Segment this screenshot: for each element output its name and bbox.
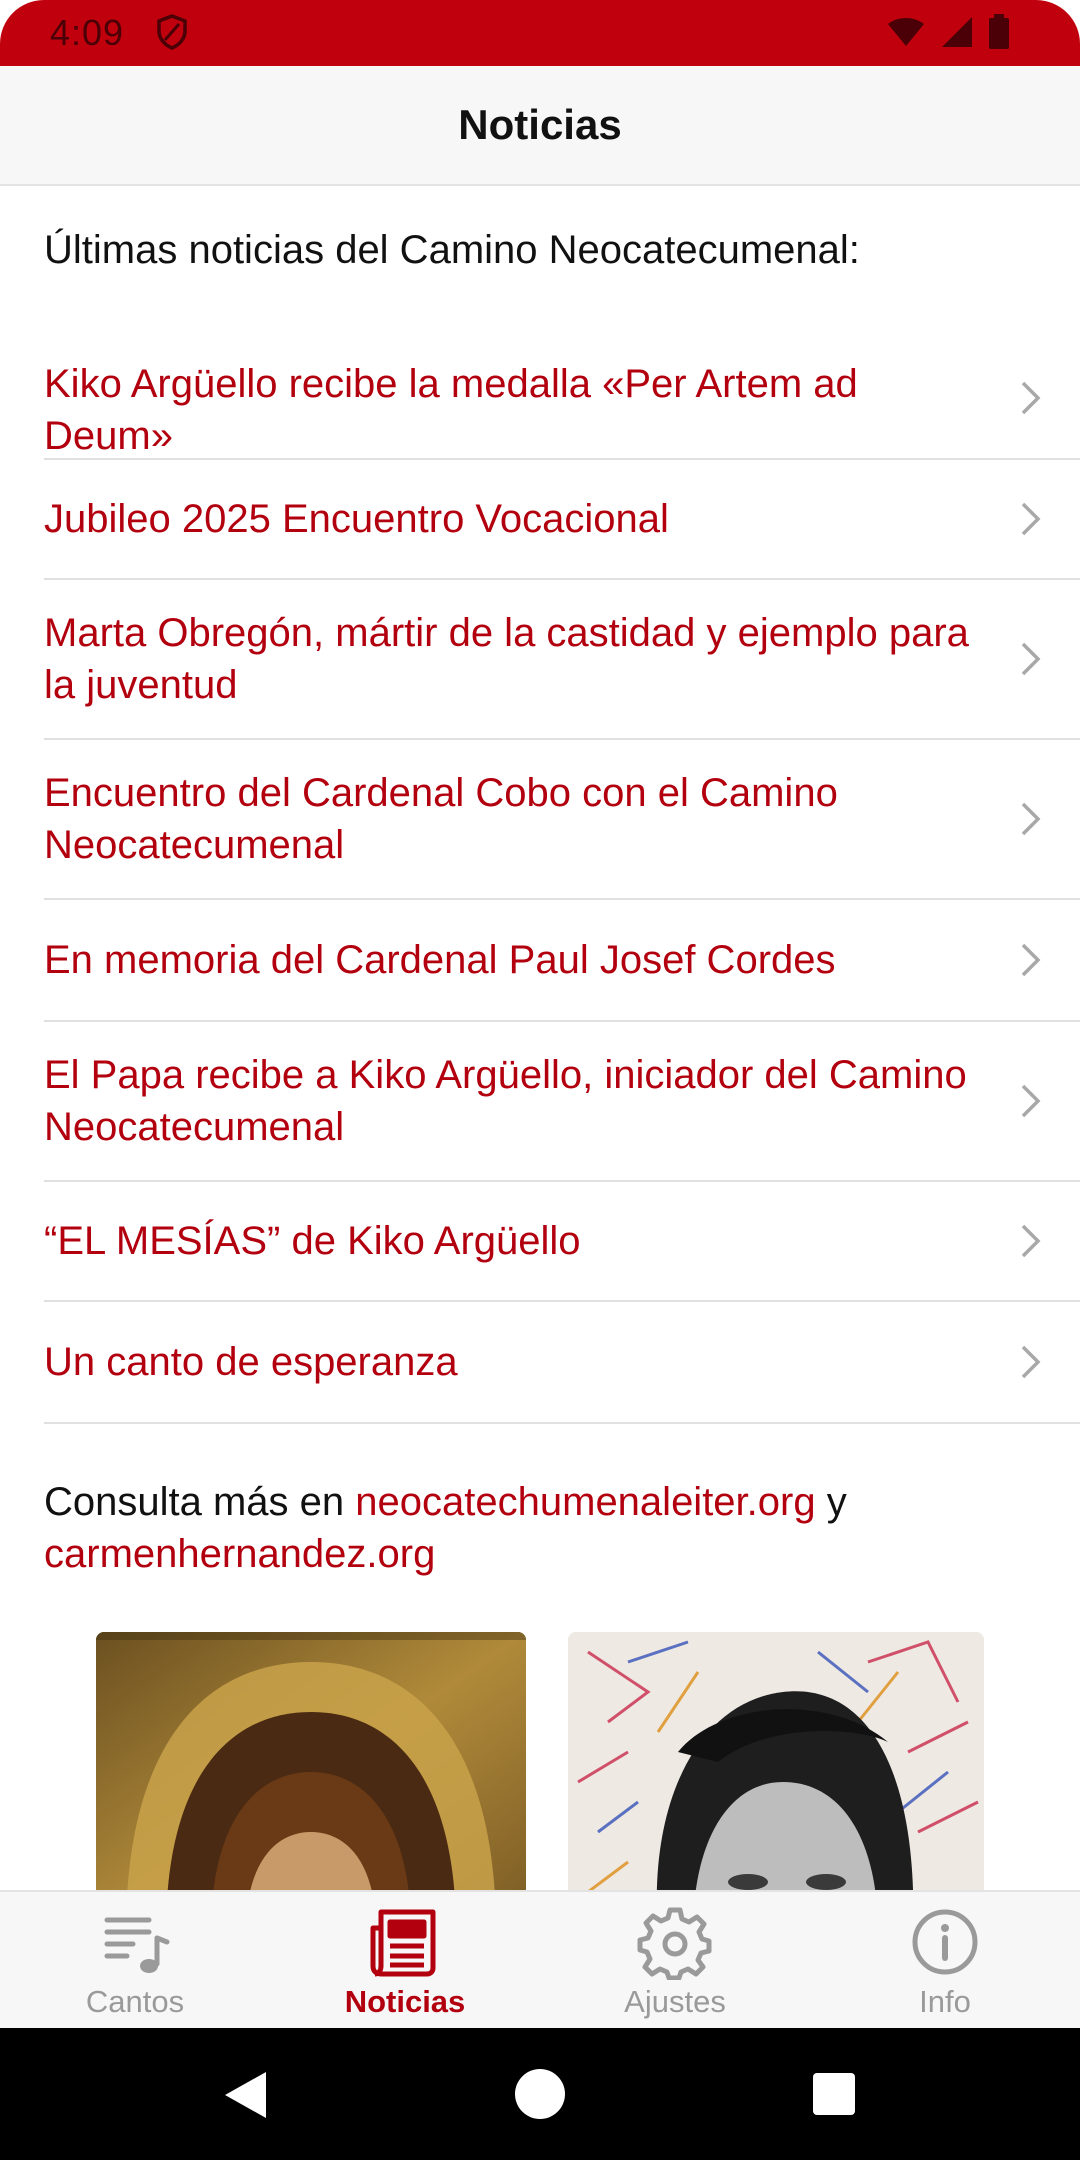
screen: 4:09 Noticias Últimas noticias del Camin… bbox=[0, 0, 1080, 2160]
carmenhernandez-link[interactable]: carmenhernandez.org bbox=[44, 1532, 435, 1576]
intro-text: Últimas noticias del Camino Neocatecumen… bbox=[44, 228, 860, 272]
more-prefix: Consulta más en bbox=[44, 1480, 356, 1524]
system-navigation-bar bbox=[0, 2028, 1080, 2160]
news-item[interactable]: Encuentro del Cardenal Cobo con el Camin… bbox=[44, 740, 1080, 900]
status-icons bbox=[886, 14, 1010, 50]
nav-cantos[interactable]: Cantos bbox=[0, 1892, 270, 2028]
nav-info[interactable]: Info bbox=[810, 1892, 1080, 2028]
content: Últimas noticias del Camino Neocatecumen… bbox=[0, 188, 1080, 1890]
news-title: Un canto de esperanza bbox=[44, 1340, 458, 1384]
chevron-right-icon bbox=[1021, 1084, 1041, 1118]
neocatechumenaleiter-link[interactable]: neocatechumenaleiter.org bbox=[355, 1480, 815, 1524]
shield-icon bbox=[157, 14, 187, 50]
nav-ajustes[interactable]: Ajustes bbox=[540, 1892, 810, 2028]
bottom-navigation: Cantos Noticias Ajustes Info bbox=[0, 1890, 1080, 2028]
more-info-text: Consulta más en neocatechumenaleiter.org… bbox=[44, 1476, 1044, 1580]
battery-icon bbox=[989, 14, 1009, 49]
status-time: 4:09 bbox=[50, 12, 125, 53]
app-bar: Noticias bbox=[0, 66, 1080, 186]
gear-icon bbox=[637, 1907, 712, 1980]
wifi-icon bbox=[888, 18, 924, 46]
more-middle: y bbox=[815, 1480, 847, 1524]
news-item[interactable]: Marta Obregón, mártir de la castidad y e… bbox=[44, 580, 1080, 740]
nav-label-info: Info bbox=[919, 1984, 971, 2019]
icon-painting-card[interactable] bbox=[96, 1632, 526, 1890]
news-title: Kiko Argüello recibe la medalla «Per Art… bbox=[44, 362, 858, 458]
recents-icon[interactable] bbox=[812, 2072, 856, 2116]
chevron-right-icon bbox=[1021, 1224, 1041, 1258]
chevron-right-icon bbox=[1021, 502, 1041, 536]
chevron-right-icon bbox=[1021, 381, 1041, 415]
back-icon[interactable] bbox=[222, 2070, 268, 2120]
madonna-icon-image bbox=[96, 1632, 526, 1890]
signal-icon bbox=[942, 17, 972, 47]
page-title: Noticias bbox=[458, 101, 622, 148]
portrait-card[interactable] bbox=[568, 1632, 984, 1890]
nav-label-noticias: Noticias bbox=[344, 1984, 466, 2019]
chevron-right-icon bbox=[1021, 943, 1041, 977]
info-icon bbox=[912, 1909, 978, 1975]
news-title: Marta Obregón, mártir de la castidad y e… bbox=[44, 611, 969, 707]
chevron-right-icon bbox=[1021, 1345, 1041, 1379]
news-title: En memoria del Cardenal Paul Josef Corde… bbox=[44, 938, 836, 982]
nav-label-cantos: Cantos bbox=[85, 1984, 185, 2019]
music-list-icon bbox=[104, 1917, 170, 1973]
nav-noticias[interactable]: Noticias bbox=[270, 1892, 540, 2028]
news-title: “EL MESÍAS” de Kiko Argüello bbox=[44, 1219, 581, 1263]
portrait-image bbox=[568, 1632, 984, 1890]
news-list: Kiko Argüello recibe la medalla «Per Art… bbox=[44, 338, 1080, 1424]
news-title: Jubileo 2025 Encuentro Vocacional bbox=[44, 497, 669, 541]
news-title: El Papa recibe a Kiko Argüello, iniciado… bbox=[44, 1053, 967, 1149]
news-item[interactable]: El Papa recibe a Kiko Argüello, iniciado… bbox=[44, 1022, 1080, 1182]
status-bar: 4:09 bbox=[0, 0, 1080, 66]
news-item[interactable]: En memoria del Cardenal Paul Josef Corde… bbox=[44, 900, 1080, 1022]
news-item[interactable]: Un canto de esperanza bbox=[44, 1302, 1080, 1424]
news-item[interactable]: “EL MESÍAS” de Kiko Argüello bbox=[44, 1182, 1080, 1302]
home-icon[interactable] bbox=[514, 2068, 566, 2120]
chevron-right-icon bbox=[1021, 802, 1041, 836]
news-item[interactable]: Kiko Argüello recibe la medalla «Per Art… bbox=[44, 338, 1080, 460]
newspaper-icon bbox=[370, 1909, 436, 1977]
news-item[interactable]: Jubileo 2025 Encuentro Vocacional bbox=[44, 460, 1080, 580]
nav-label-ajustes: Ajustes bbox=[624, 1984, 726, 2019]
chevron-right-icon bbox=[1021, 642, 1041, 676]
news-title: Encuentro del Cardenal Cobo con el Camin… bbox=[44, 771, 838, 867]
